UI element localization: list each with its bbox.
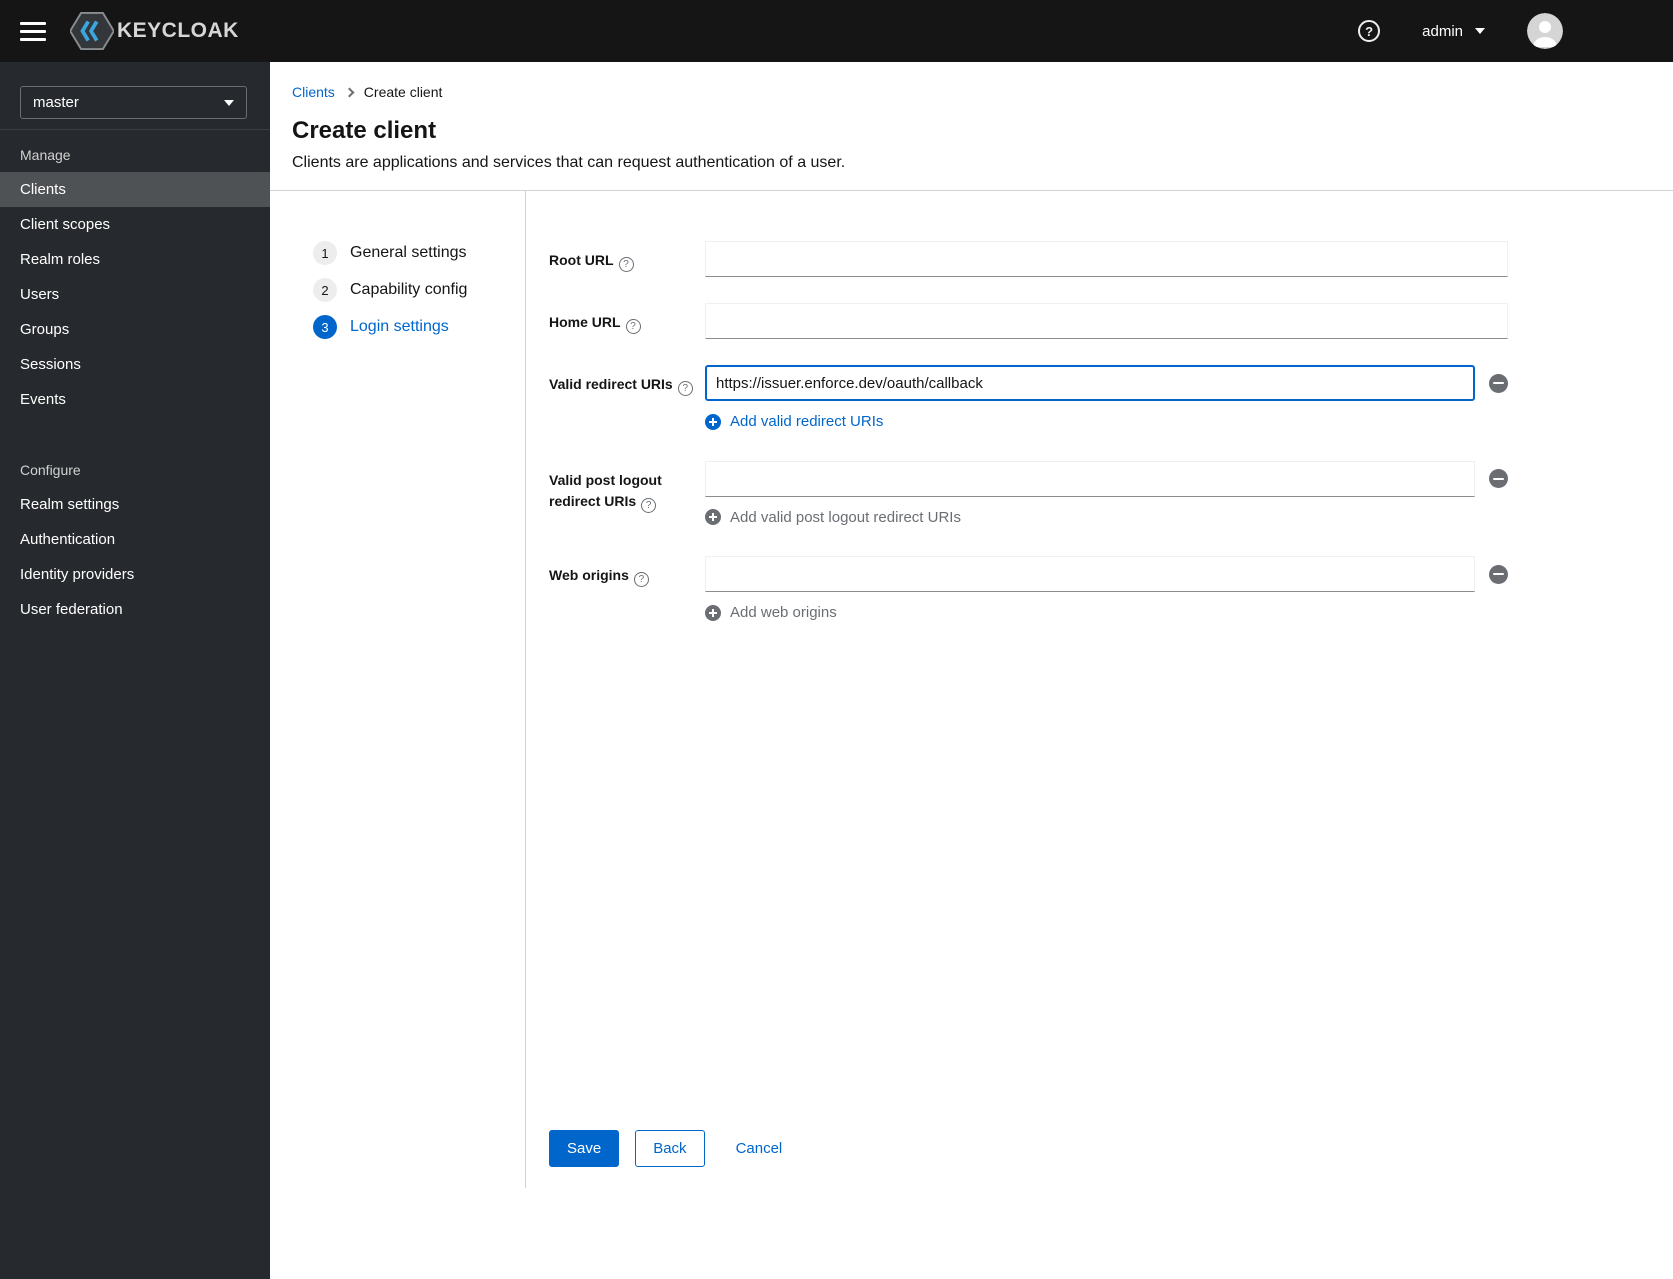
remove-web-origin-button[interactable]: [1489, 564, 1508, 584]
save-button[interactable]: Save: [549, 1130, 620, 1167]
sidebar-item-realm-roles[interactable]: Realm roles: [0, 242, 270, 277]
realm-name: master: [33, 94, 79, 111]
root-url-row: Root URL?: [549, 241, 1508, 277]
plus-circle-icon: [705, 413, 721, 430]
avatar[interactable]: [1527, 13, 1563, 49]
wizard-step-general-settings[interactable]: 1 General settings: [313, 241, 467, 265]
web-origins-row: Web origins? Add web origins: [549, 556, 1508, 626]
page-subtitle: Clients are applications and services th…: [292, 154, 846, 171]
add-valid-redirect-uri-button[interactable]: Add valid redirect URIs: [705, 413, 883, 430]
post-logout-uris-help-icon[interactable]: ?: [641, 498, 657, 514]
chevron-down-icon: [1475, 28, 1485, 34]
home-url-row: Home URL?: [549, 303, 1508, 339]
home-url-input[interactable]: [705, 303, 1508, 339]
sidebar-item-groups[interactable]: Groups: [0, 312, 270, 347]
keycloak-brand[interactable]: KEYCLOAK: [70, 12, 239, 50]
breadcrumb-current: Create client: [363, 84, 443, 100]
back-button[interactable]: Back: [635, 1130, 705, 1167]
web-origins-body: Add web origins: [705, 556, 1508, 626]
sidebar-item-events[interactable]: Events: [0, 382, 270, 417]
sidebar-item-client-scopes[interactable]: Client scopes: [0, 207, 270, 242]
sidebar-item-sessions[interactable]: Sessions: [0, 347, 270, 382]
form-actions: Save Back Cancel: [549, 1130, 1508, 1167]
post-logout-uris-row: Valid post logout redirect URIs? Add val…: [549, 460, 1508, 531]
cancel-button[interactable]: Cancel: [736, 1131, 783, 1166]
breadcrumb-clients-link[interactable]: Clients: [292, 84, 335, 100]
sidebar-item-clients[interactable]: Clients: [0, 172, 270, 207]
root-url-help-icon[interactable]: ?: [618, 257, 634, 273]
plus-circle-icon: [705, 509, 721, 525]
step-number-badge: 1: [313, 241, 337, 265]
valid-redirect-uris-help-icon[interactable]: ?: [677, 381, 693, 397]
app-header: KEYCLOAK ? admin: [0, 0, 1673, 62]
username-label: admin: [1422, 22, 1463, 40]
step-label: Login settings: [350, 318, 449, 335]
wizard-step-login-settings[interactable]: 3 Login settings: [313, 315, 449, 339]
add-web-origin-button[interactable]: Add web origins: [705, 604, 837, 621]
realm-selector-wrap: master: [0, 86, 270, 130]
home-url-help-icon[interactable]: ?: [625, 319, 641, 335]
root-url-label: Root URL?: [549, 241, 705, 277]
root-url-body: [705, 241, 1508, 277]
step-label: General settings: [350, 244, 467, 261]
hamburger-menu-icon[interactable]: [20, 21, 46, 41]
page-title: Create client: [292, 117, 437, 144]
valid-redirect-uris-body: Add valid redirect URIs: [705, 365, 1508, 435]
sidebar: master Manage Clients Client scopes Real…: [0, 62, 270, 1279]
post-logout-uris-label: Valid post logout redirect URIs?: [549, 461, 705, 531]
step-number-badge: 3: [313, 315, 337, 339]
web-origins-label: Web origins?: [549, 556, 705, 626]
wizard-nav: 1 General settings 2 Capability config 3…: [270, 191, 526, 1188]
user-menu-dropdown[interactable]: admin: [1422, 23, 1485, 40]
chevron-down-icon: [224, 99, 234, 106]
keycloak-logo-icon: [70, 12, 114, 50]
plus-circle-icon: [705, 604, 721, 621]
angle-right-icon: [344, 87, 355, 97]
breadcrumb: Clients Create client: [292, 84, 1649, 100]
header-right: ? admin: [1358, 13, 1563, 49]
app-root: KEYCLOAK ? admin master Manage Clients C…: [0, 0, 1673, 1279]
wizard-step-capability-config[interactable]: 2 Capability config: [313, 278, 467, 302]
post-logout-uri-input[interactable]: [705, 460, 1475, 497]
wizard: 1 General settings 2 Capability config 3…: [270, 191, 1673, 1188]
brand-text: KEYCLOAK: [117, 19, 239, 42]
sidebar-item-user-federation[interactable]: User federation: [0, 592, 270, 627]
main-content: Clients Create client Create client Clie…: [270, 62, 1673, 1279]
sidebar-item-authentication[interactable]: Authentication: [0, 522, 270, 557]
remove-post-logout-uri-button[interactable]: [1489, 469, 1508, 488]
app-body: master Manage Clients Client scopes Real…: [0, 62, 1673, 1279]
post-logout-uris-body: Add valid post logout redirect URIs: [705, 460, 1508, 531]
page-header: Clients Create client Create client Clie…: [270, 62, 1673, 191]
nav-section-manage: Manage: [20, 147, 71, 163]
sidebar-item-realm-settings[interactable]: Realm settings: [0, 487, 270, 522]
step-number-badge: 2: [313, 278, 337, 302]
valid-redirect-uris-label: Valid redirect URIs?: [549, 365, 705, 435]
home-url-body: [705, 303, 1508, 339]
nav-section-configure: Configure: [20, 462, 81, 478]
web-origins-help-icon[interactable]: ?: [633, 572, 649, 588]
sidebar-item-users[interactable]: Users: [0, 277, 270, 312]
help-icon[interactable]: ?: [1358, 20, 1381, 42]
add-post-logout-uri-button[interactable]: Add valid post logout redirect URIs: [705, 509, 961, 526]
home-url-label: Home URL?: [549, 303, 705, 339]
root-url-input[interactable]: [705, 241, 1508, 277]
login-settings-form: Root URL? Home URL? Valid redirect URIs …: [526, 191, 1673, 1188]
step-label: Capability config: [350, 281, 468, 298]
realm-selector[interactable]: master: [20, 86, 247, 119]
valid-redirect-uri-input[interactable]: [705, 365, 1475, 401]
valid-redirect-uris-row: Valid redirect URIs? Add valid redirect …: [549, 365, 1508, 435]
remove-redirect-uri-button[interactable]: [1489, 373, 1508, 393]
web-origins-input[interactable]: [705, 556, 1475, 592]
sidebar-item-identity-providers[interactable]: Identity providers: [0, 557, 270, 592]
